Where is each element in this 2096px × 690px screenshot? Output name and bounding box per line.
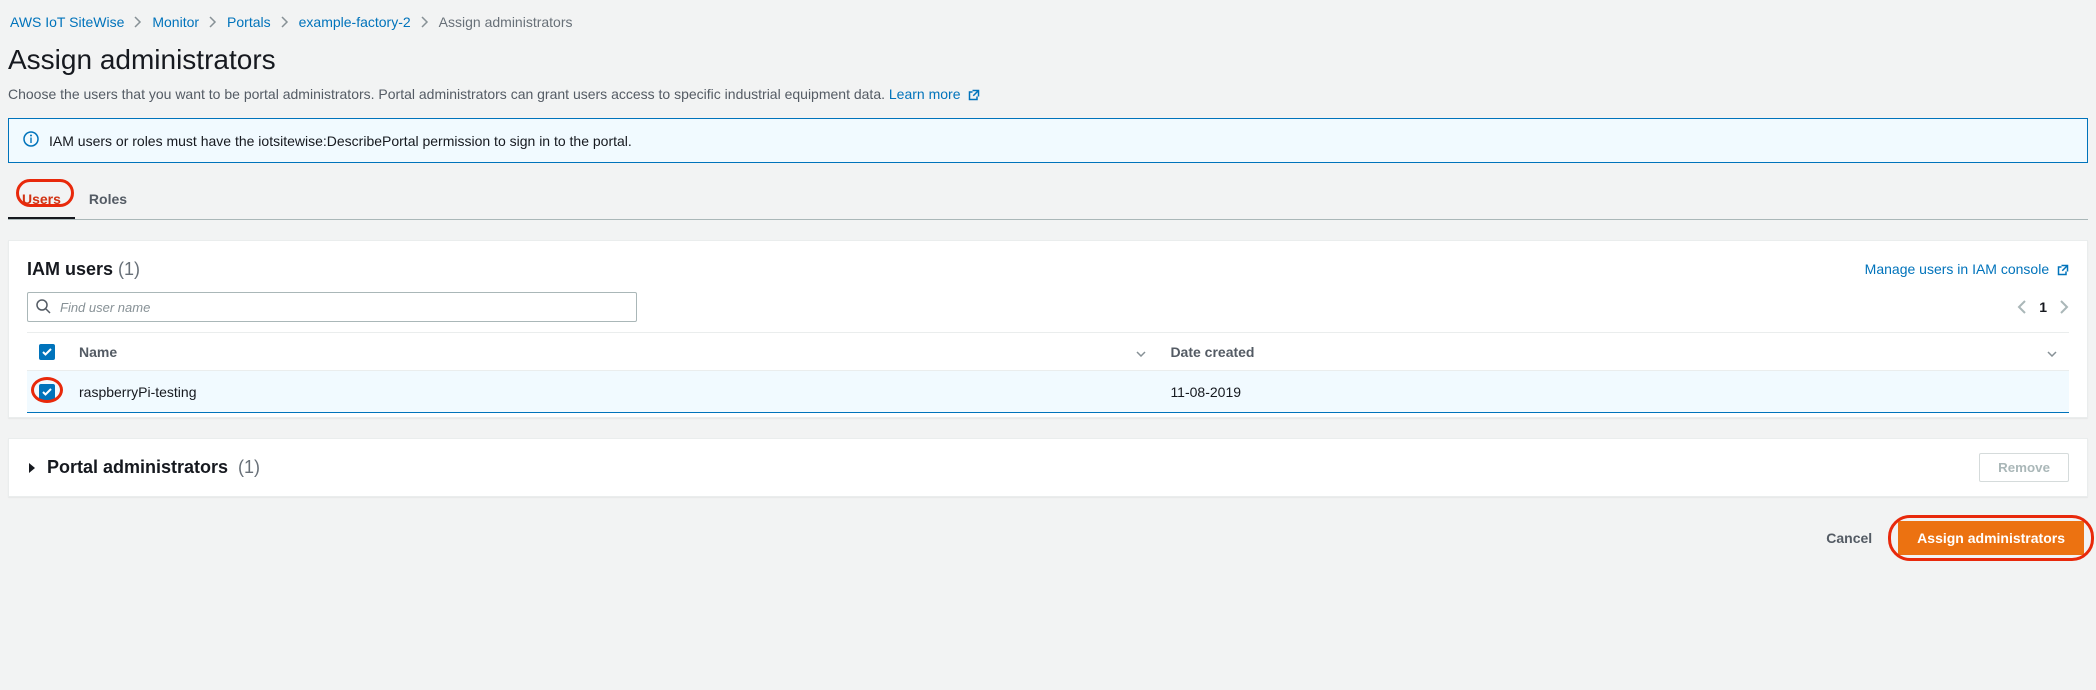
- portal-admins-panel: Portal administrators (1) Remove: [8, 438, 2088, 497]
- page-title: Assign administrators: [8, 44, 2088, 76]
- assign-administrators-button[interactable]: Assign administrators: [1898, 521, 2084, 555]
- external-link-icon: [2057, 263, 2069, 279]
- page-description: Choose the users that you want to be por…: [8, 86, 2088, 104]
- chevron-right-icon: [134, 16, 142, 28]
- sort-caret-icon: [2047, 344, 2057, 360]
- footer-actions: Cancel Assign administrators: [8, 521, 2088, 555]
- column-header-name[interactable]: Name: [67, 333, 1158, 371]
- tabs: Users Roles: [8, 181, 2088, 220]
- info-message: IAM users or roles must have the iotsite…: [49, 133, 632, 149]
- iam-users-table: Name Date created: [27, 332, 2069, 413]
- iam-users-title-text: IAM users: [27, 259, 113, 279]
- breadcrumb-link-monitor[interactable]: Monitor: [152, 14, 199, 30]
- column-date-label: Date created: [1170, 344, 1254, 360]
- breadcrumb-link-portal-name[interactable]: example-factory-2: [299, 14, 411, 30]
- iam-users-panel: IAM users (1) Manage users in IAM consol…: [8, 240, 2088, 418]
- manage-users-link[interactable]: Manage users in IAM console: [1865, 261, 2069, 279]
- page-description-text: Choose the users that you want to be por…: [8, 86, 889, 102]
- pagination: 1: [2017, 299, 2069, 315]
- column-header-date-created[interactable]: Date created: [1158, 333, 2069, 371]
- sort-caret-icon: [1136, 344, 1146, 360]
- expand-toggle[interactable]: [27, 462, 37, 474]
- info-icon: [23, 131, 39, 150]
- breadcrumb-link-portals[interactable]: Portals: [227, 14, 271, 30]
- search-box: [27, 292, 637, 322]
- pager-prev[interactable]: [2017, 300, 2027, 314]
- external-link-icon: [968, 88, 980, 104]
- remove-button[interactable]: Remove: [1979, 453, 2069, 482]
- chevron-right-icon: [209, 16, 217, 28]
- tab-users[interactable]: Users: [8, 181, 75, 219]
- row-checkbox[interactable]: [39, 384, 55, 400]
- info-alert: IAM users or roles must have the iotsite…: [8, 118, 2088, 163]
- iam-users-title: IAM users (1): [27, 259, 140, 280]
- breadcrumb-link-sitewise[interactable]: AWS IoT SiteWise: [10, 14, 124, 30]
- chevron-right-icon: [421, 16, 429, 28]
- manage-users-label: Manage users in IAM console: [1865, 261, 2049, 277]
- search-input[interactable]: [27, 292, 637, 322]
- breadcrumb-current: Assign administrators: [439, 14, 573, 30]
- cell-date-created: 11-08-2019: [1158, 371, 2069, 413]
- portal-admins-title: Portal administrators: [47, 457, 228, 478]
- learn-more-link[interactable]: Learn more: [889, 86, 980, 102]
- cancel-button[interactable]: Cancel: [1814, 522, 1884, 554]
- learn-more-label: Learn more: [889, 86, 961, 102]
- table-row[interactable]: raspberryPi-testing 11-08-2019: [27, 371, 2069, 413]
- cell-name: raspberryPi-testing: [67, 371, 1158, 413]
- column-name-label: Name: [79, 344, 117, 360]
- breadcrumb: AWS IoT SiteWise Monitor Portals example…: [8, 8, 2088, 40]
- pager-next[interactable]: [2059, 300, 2069, 314]
- search-icon: [35, 298, 51, 317]
- portal-admins-count: (1): [238, 457, 260, 478]
- pager-page-num: 1: [2039, 299, 2047, 315]
- chevron-right-icon: [281, 16, 289, 28]
- select-all-checkbox[interactable]: [39, 344, 55, 360]
- tab-roles[interactable]: Roles: [75, 181, 141, 219]
- iam-users-count: (1): [118, 259, 140, 279]
